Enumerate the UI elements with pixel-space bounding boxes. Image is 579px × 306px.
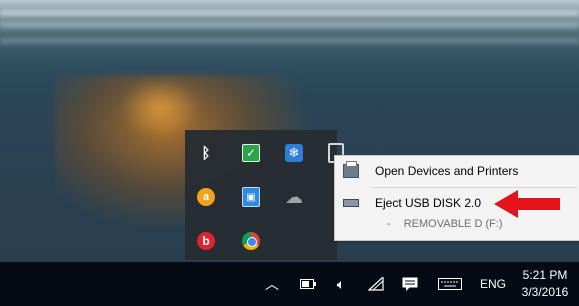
chrome-icon[interactable] xyxy=(240,230,262,252)
removable-drive-item: - REMOVABLE D (F:) xyxy=(387,218,503,230)
open-devices-label: Open Devices and Printers xyxy=(375,164,519,178)
beats-icon[interactable]: b xyxy=(195,230,217,252)
cloud-icon[interactable]: ☁ xyxy=(283,186,305,208)
action-center-icon[interactable] xyxy=(400,262,420,306)
eject-usb-label: Eject USB DISK 2.0 xyxy=(375,196,482,210)
open-devices-menu-item[interactable]: Open Devices and Printers xyxy=(335,158,579,184)
taskbar: ︿ 🔈︎ ENG 5:21 PM 3/3/2016 xyxy=(0,262,579,306)
show-hidden-icons-chevron-icon[interactable]: ︿ xyxy=(262,262,282,306)
volume-icon[interactable]: 🔈︎ xyxy=(330,262,352,306)
orange-app-icon[interactable]: a xyxy=(195,186,217,208)
red-arrow-annotation xyxy=(494,190,560,218)
touch-keyboard-icon[interactable] xyxy=(436,262,464,306)
wifi-icon[interactable] xyxy=(366,262,386,306)
clock-time: 5:21 PM xyxy=(522,268,568,282)
printer-icon xyxy=(343,161,359,178)
battery-icon[interactable] xyxy=(298,262,318,306)
hidden-icons-tray: ᛒ ✓ ❄ a ▣ ☁ b xyxy=(185,130,344,260)
taskbar-clock[interactable]: 5:21 PM 3/3/2016 xyxy=(515,267,575,301)
sub-item-dash: - xyxy=(387,218,391,230)
drive-icon xyxy=(343,196,359,210)
snowflake-icon[interactable]: ❄ xyxy=(283,142,305,164)
language-indicator[interactable]: ENG xyxy=(476,262,510,306)
clock-date: 3/3/2016 xyxy=(521,285,569,299)
removable-drive-label: REMOVABLE D (F:) xyxy=(403,218,503,230)
save-disk-icon[interactable]: ▣ xyxy=(240,186,262,208)
bluetooth-icon[interactable]: ᛒ xyxy=(195,142,217,164)
task-check-icon[interactable]: ✓ xyxy=(240,142,262,164)
